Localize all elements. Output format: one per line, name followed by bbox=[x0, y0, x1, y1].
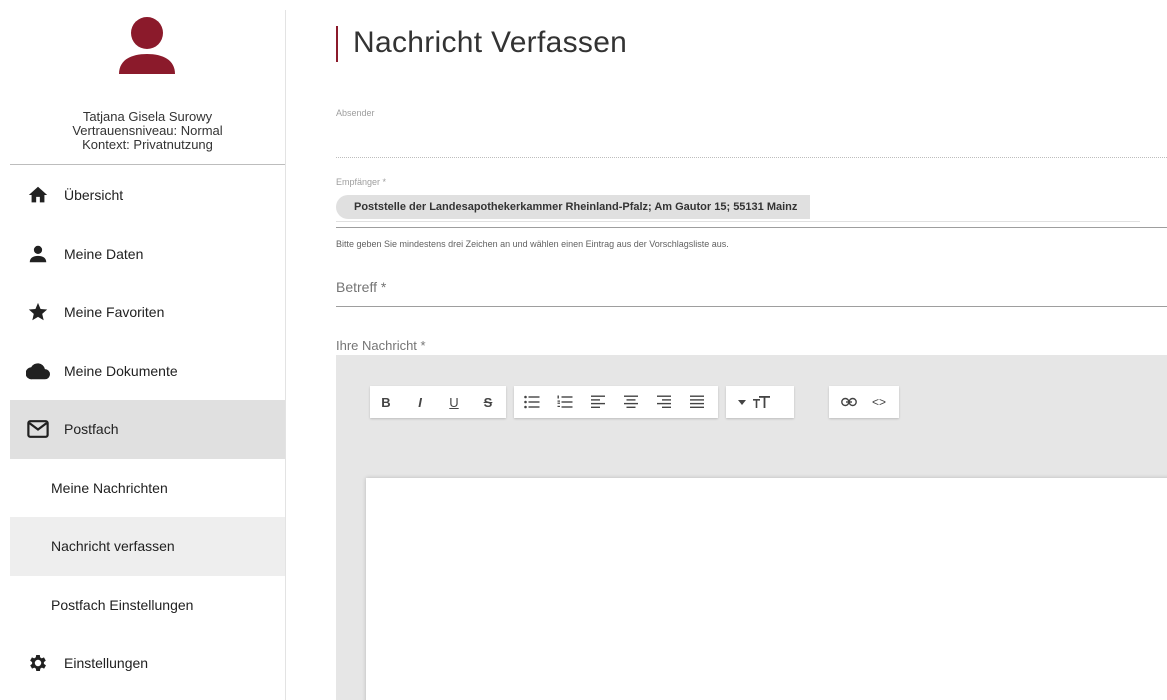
sidebar-item-label: Einstellungen bbox=[64, 655, 149, 672]
message-label: Ihre Nachricht * bbox=[336, 338, 426, 353]
code-view-button[interactable]: <> bbox=[867, 390, 891, 414]
toolbar-paragraph-group bbox=[514, 386, 718, 418]
recipient-chip[interactable]: Poststelle der Landesapothekerkammer Rhe… bbox=[336, 195, 810, 219]
sender-field bbox=[336, 157, 1167, 158]
align-right-icon[interactable] bbox=[652, 390, 676, 414]
star-icon bbox=[26, 300, 50, 324]
sidebar-item-label: Meine Dokumente bbox=[64, 362, 178, 379]
sidebar-item-label: Postfach Einstellungen bbox=[51, 596, 194, 613]
italic-button[interactable]: I bbox=[408, 390, 432, 414]
message-textarea[interactable] bbox=[366, 478, 1167, 700]
underline-button[interactable]: U bbox=[442, 390, 466, 414]
link-icon[interactable] bbox=[837, 390, 861, 414]
toolbar-format-group: B I U S bbox=[370, 386, 506, 418]
dropdown-caret-icon[interactable] bbox=[736, 390, 748, 414]
home-icon bbox=[26, 183, 50, 207]
sidebar-item-label: Nachricht verfassen bbox=[51, 538, 175, 555]
sidebar-item-label: Meine Daten bbox=[64, 245, 144, 262]
toolbar-insert-group: <> bbox=[829, 386, 899, 418]
font-size-icon[interactable] bbox=[750, 390, 774, 414]
sidebar-item-label: Meine Favoriten bbox=[64, 304, 165, 321]
profile-name: Tatjana Gisela Surowy bbox=[82, 109, 213, 124]
sidebar-item-meine-favoriten[interactable]: Meine Favoriten bbox=[10, 283, 285, 342]
person-icon bbox=[26, 242, 50, 266]
recipient-hint: Bitte geben Sie mindestens drei Zeichen … bbox=[336, 239, 729, 249]
sidebar-item-meine-daten[interactable]: Meine Daten bbox=[10, 225, 285, 284]
bold-button[interactable]: B bbox=[374, 390, 398, 414]
subject-input[interactable] bbox=[336, 306, 1167, 307]
profile-trust-level: Vertrauensniveau: Normal bbox=[72, 123, 223, 138]
page-title: Nachricht Verfassen bbox=[353, 26, 628, 59]
mail-icon bbox=[26, 417, 50, 441]
sidebar-subitem-nachricht-verfassen[interactable]: Nachricht verfassen bbox=[10, 517, 285, 576]
bullet-list-icon[interactable] bbox=[520, 390, 544, 414]
message-editor: B I U S <> bbox=[336, 355, 1167, 700]
sidebar-item-einstellungen[interactable]: Einstellungen bbox=[10, 634, 285, 693]
align-center-icon[interactable] bbox=[619, 390, 643, 414]
profile-card: Tatjana Gisela Surowy Vertrauensniveau: … bbox=[10, 0, 285, 165]
subject-label: Betreff * bbox=[336, 279, 387, 295]
sidebar-subitem-postfach-einstellungen[interactable]: Postfach Einstellungen bbox=[10, 576, 285, 635]
toolbar-fontsize-group bbox=[726, 386, 794, 418]
sender-label: Absender bbox=[336, 108, 375, 118]
profile-context: Kontext: Privatnutzung bbox=[82, 137, 213, 152]
sidebar-item-label: Postfach bbox=[64, 421, 119, 438]
sidebar-nav: Übersicht Meine Daten Meine Favoriten Me… bbox=[10, 166, 285, 693]
recipient-label: Empfänger * bbox=[336, 177, 387, 187]
recipient-input[interactable]: Poststelle der Landesapothekerkammer Rhe… bbox=[336, 195, 1140, 222]
align-justify-icon[interactable] bbox=[685, 390, 709, 414]
sidebar: Tatjana Gisela Surowy Vertrauensniveau: … bbox=[0, 0, 286, 700]
sidebar-item-meine-dokumente[interactable]: Meine Dokumente bbox=[10, 342, 285, 401]
gear-icon bbox=[26, 651, 50, 675]
sidebar-item-label: Meine Nachrichten bbox=[51, 479, 168, 496]
sidebar-subitem-meine-nachrichten[interactable]: Meine Nachrichten bbox=[10, 459, 285, 518]
main-content: Nachricht Verfassen Absender Empfänger *… bbox=[286, 0, 1167, 700]
strikethrough-button[interactable]: S bbox=[476, 390, 500, 414]
sidebar-item-uebersicht[interactable]: Übersicht bbox=[10, 166, 285, 225]
numbered-list-icon[interactable] bbox=[553, 390, 577, 414]
recipient-underline bbox=[336, 227, 1167, 228]
sidebar-item-label: Übersicht bbox=[64, 187, 124, 204]
align-left-icon[interactable] bbox=[586, 390, 610, 414]
sidebar-item-postfach[interactable]: Postfach bbox=[10, 400, 285, 459]
cloud-icon bbox=[26, 359, 50, 383]
avatar-icon bbox=[119, 17, 175, 74]
title-accent-bar bbox=[336, 26, 338, 62]
